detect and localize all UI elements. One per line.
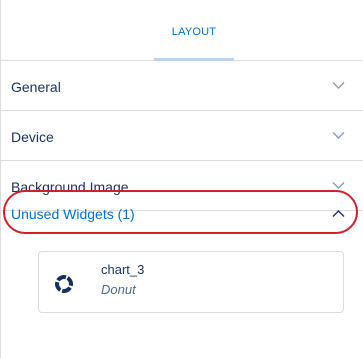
tab-layout[interactable]: LAYOUT <box>154 0 234 61</box>
section-device-label: Device <box>11 129 54 145</box>
tab-bar: LAYOUT <box>1 0 363 61</box>
chevron-down-icon <box>332 132 345 139</box>
widget-type: Donut <box>101 282 136 297</box>
chevron-down-icon <box>332 82 345 89</box>
donut-chart-icon <box>55 275 73 293</box>
section-unused-widgets[interactable]: Unused Widgets (1) <box>1 188 363 238</box>
properties-panel: LAYOUT General Device Background Image U… <box>0 0 363 358</box>
section-unused-widgets-label: Unused Widgets (1) <box>11 206 135 222</box>
section-device[interactable]: Device <box>1 111 363 161</box>
widget-name: chart_3 <box>101 262 145 277</box>
section-general[interactable]: General <box>1 61 363 111</box>
section-general-label: General <box>11 79 61 95</box>
unused-widget-card[interactable]: chart_3 Donut <box>38 251 344 313</box>
tab-layout-label: LAYOUT <box>171 26 217 38</box>
chevron-up-icon <box>332 210 345 217</box>
